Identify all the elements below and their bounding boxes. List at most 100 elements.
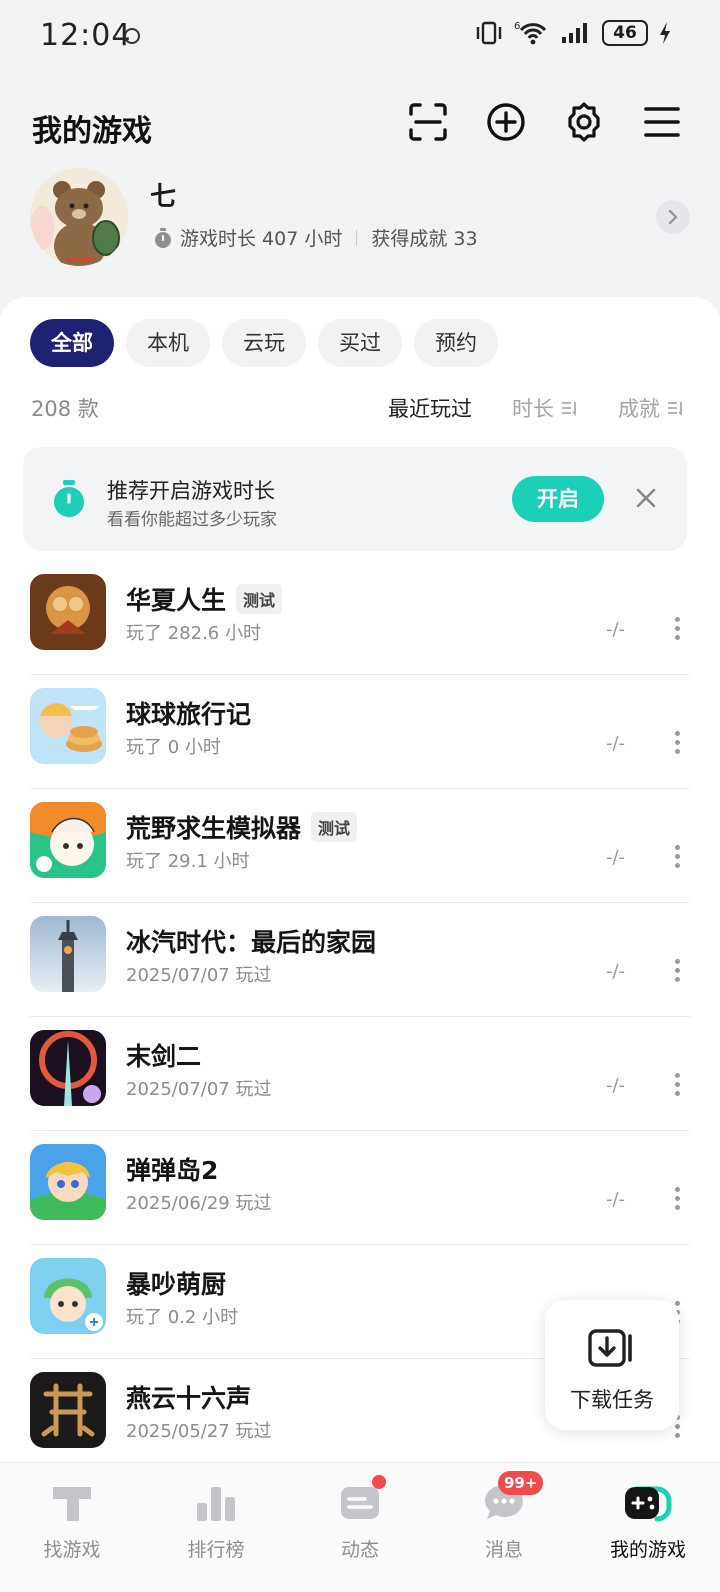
sort-recent-label: 最近玩过 xyxy=(388,397,472,421)
game-meta: 2025/05/27 玩过 xyxy=(126,1421,272,1442)
game-name-wrap: 弹弹岛2 xyxy=(126,1151,218,1187)
battery-icon: 46 xyxy=(602,20,648,46)
sort-icon xyxy=(668,402,682,417)
menu-button[interactable] xyxy=(640,100,684,144)
stopwatch-icon xyxy=(155,227,171,248)
game-cover-image xyxy=(30,1372,106,1448)
notification-face-icon xyxy=(124,28,140,44)
game-icon-baochao xyxy=(30,1258,106,1334)
enable-playtime-button[interactable]: 开启 xyxy=(512,476,604,522)
sort-achievement[interactable]: 成就 xyxy=(618,393,684,423)
game-row[interactable]: 弹弹岛2 2025/06/29 玩过 -/- xyxy=(0,1131,720,1245)
game-row[interactable]: 荒野求生模拟器 测试 玩了 29.1 小时 -/- xyxy=(0,789,720,903)
game-score: -/- xyxy=(606,961,626,982)
message-badge: 99+ xyxy=(498,1471,544,1495)
game-name-wrap: 荒野求生模拟器 测试 xyxy=(126,809,358,845)
game-cover-image xyxy=(30,916,106,992)
game-row[interactable]: 华夏人生 测试 玩了 282.6 小时 -/- xyxy=(0,561,720,675)
game-name: 末剑二 xyxy=(126,1042,202,1071)
more-options-icon[interactable] xyxy=(673,617,681,641)
game-score: -/- xyxy=(606,733,626,754)
stopwatch-icon xyxy=(54,480,84,517)
tab-message[interactable]: 99+ 消息 xyxy=(432,1463,576,1592)
sort-icon xyxy=(562,402,576,417)
game-cover-image xyxy=(30,1030,106,1106)
menu-icon xyxy=(644,107,680,137)
game-cover-image xyxy=(30,574,106,650)
filter-local[interactable]: 本机 xyxy=(126,319,210,367)
more-options-icon[interactable] xyxy=(673,959,681,983)
banner-subtitle: 看看你能超过多少玩家 xyxy=(107,510,277,530)
sort-recent[interactable]: 最近玩过 xyxy=(388,393,472,423)
profile-detail-button[interactable] xyxy=(656,200,690,234)
more-options-icon[interactable] xyxy=(673,845,681,869)
charging-icon xyxy=(660,22,670,44)
sort-duration[interactable]: 时长 xyxy=(512,393,578,423)
game-icon-dandan xyxy=(30,1144,106,1220)
my-games-icon xyxy=(625,1486,672,1522)
sort-options: 最近玩过 时长 成就 xyxy=(388,393,684,423)
game-name: 球球旅行记 xyxy=(126,700,252,729)
game-row[interactable]: 末剑二 2025/07/07 玩过 -/- xyxy=(0,1017,720,1131)
game-cover-image xyxy=(30,688,106,764)
tab-find-game[interactable]: 找游戏 xyxy=(0,1463,144,1592)
test-badge: 测试 xyxy=(236,584,283,614)
ranking-icon xyxy=(197,1487,235,1521)
game-icon-qiuqiu xyxy=(30,688,106,764)
game-cover-image xyxy=(30,1258,106,1334)
game-meta: 玩了 282.6 小时 xyxy=(126,623,261,644)
game-meta: 玩了 0 小时 xyxy=(126,737,221,758)
banner-title: 推荐开启游戏时长 xyxy=(107,479,275,503)
game-score: -/- xyxy=(606,1075,626,1096)
tab-my-games[interactable]: 我的游戏 xyxy=(576,1463,720,1592)
game-score: -/- xyxy=(606,619,626,640)
settings-button[interactable] xyxy=(562,100,606,144)
game-name-wrap: 冰汽时代：最后的家园 xyxy=(126,923,376,959)
more-options-icon[interactable] xyxy=(673,731,681,755)
plus-circle-icon xyxy=(487,103,525,141)
tab-label: 排行榜 xyxy=(187,1539,245,1561)
avatar[interactable] xyxy=(30,168,128,266)
profile-stats: 游戏时长 407 小时 获得成就 33 xyxy=(152,224,478,251)
game-name: 弹弹岛2 xyxy=(126,1156,219,1185)
game-meta: 玩了 29.1 小时 xyxy=(126,851,250,872)
games-panel: 全部 本机 云玩 买过 预约 208 款 最近玩过 时长 成就 推荐开启游戏时长… xyxy=(0,297,720,1467)
wifi-icon: 6 xyxy=(514,21,547,45)
game-score: -/- xyxy=(606,1189,626,1210)
download-task-button[interactable]: 下载任务 xyxy=(545,1300,679,1430)
tab-ranking[interactable]: 排行榜 xyxy=(144,1463,288,1592)
game-name: 荒野求生模拟器 xyxy=(126,814,302,843)
game-name-wrap: 末剑二 xyxy=(126,1037,201,1073)
scan-button[interactable] xyxy=(406,100,450,144)
filter-reserved[interactable]: 预约 xyxy=(414,319,498,367)
more-options-icon[interactable] xyxy=(673,1073,681,1097)
playtime-text: 游戏时长 407 小时 xyxy=(180,228,343,250)
status-icons: 6 46 xyxy=(474,20,672,46)
filter-cloud[interactable]: 云玩 xyxy=(222,319,306,367)
sort-achievement-label: 成就 xyxy=(618,397,660,421)
game-name-wrap: 华夏人生 测试 xyxy=(126,581,283,617)
tab-label: 动态 xyxy=(340,1539,379,1561)
filter-all[interactable]: 全部 xyxy=(30,319,114,367)
game-row[interactable]: 球球旅行记 玩了 0 小时 -/- xyxy=(0,675,720,789)
header-actions xyxy=(406,100,684,144)
game-row[interactable]: 冰汽时代：最后的家园 2025/07/07 玩过 -/- xyxy=(0,903,720,1017)
game-icon-wilderness xyxy=(30,802,106,878)
filter-purchased[interactable]: 买过 xyxy=(318,319,402,367)
game-meta: 2025/07/07 玩过 xyxy=(126,1079,272,1100)
close-icon[interactable] xyxy=(633,485,659,511)
game-cover-image xyxy=(30,1144,106,1220)
profile-name: 七 xyxy=(150,182,177,212)
status-bar: 12:04 6 46 xyxy=(0,0,720,72)
chevron-right-icon xyxy=(668,209,678,225)
game-name: 华夏人生 xyxy=(126,586,227,615)
game-count: 208 款 xyxy=(31,397,99,421)
tab-label: 找游戏 xyxy=(43,1539,101,1561)
tab-feed[interactable]: 动态 xyxy=(288,1463,432,1592)
add-game-button[interactable] xyxy=(484,100,528,144)
playtime-banner: 推荐开启游戏时长 看看你能超过多少玩家 开启 xyxy=(23,447,687,551)
more-options-icon[interactable] xyxy=(673,1187,681,1211)
download-icon xyxy=(588,1329,632,1367)
scan-icon xyxy=(409,103,447,141)
bear-avatar-icon xyxy=(30,168,128,266)
